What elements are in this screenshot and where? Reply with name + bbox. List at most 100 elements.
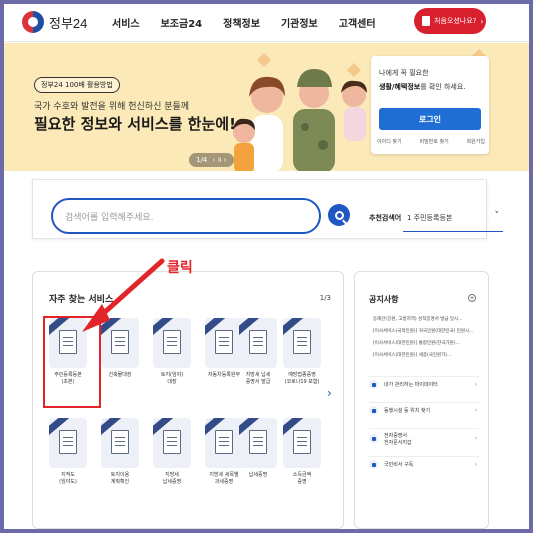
plus-icon[interactable]: + — [468, 294, 476, 302]
service-label: 예방접종증명 (코로나19 포함) — [284, 372, 320, 385]
service-land-use-plan[interactable]: 토지이용 계획확인 — [101, 418, 139, 486]
login-card: 나에게 꼭 필요한 생활/혜택정보를 확인 하세요. 로그인 아이디 찾기 비밀… — [371, 56, 489, 154]
nav-item-agency-info[interactable]: 기관정보 — [281, 15, 318, 30]
notice-item[interactable]: [이사서비스(국적민원)] 귀국민원(대한민국) 민원시... — [373, 328, 473, 334]
document-icon — [153, 418, 191, 468]
service-local-tax-payment[interactable]: 지방세 납세증명 — [153, 418, 191, 486]
search-icon — [334, 210, 344, 220]
chevron-right-icon: › — [474, 381, 477, 388]
nav-item-policy-info[interactable]: 정책정보 — [223, 15, 260, 30]
quick-link-label: 동행시설 등 위치 찾기 — [384, 408, 431, 414]
notices-panel: 공지사항 + 동해안(강원, 고흥지역) 성적증명서 발급 일시... [이사서… — [354, 271, 489, 529]
bookmark-icon — [422, 16, 430, 26]
service-vehicle-register[interactable]: 자동차등록원부 — [205, 318, 243, 379]
vaccine-doc-icon — [283, 318, 321, 368]
chevron-right-icon: › — [474, 435, 477, 442]
first-visit-label: 처음오셨나요? — [434, 17, 477, 25]
land-doc-icon — [153, 318, 191, 368]
building-doc-icon — [101, 318, 139, 368]
banner-subtitle: 국가 수호와 발전을 위해 헌신하신 분들께 — [34, 102, 190, 112]
service-label: 소득금액 증명 — [292, 472, 312, 485]
service-tax-by-item[interactable]: 지방세 세목별 과세증명 — [205, 418, 243, 486]
quick-link-label: 내가 관리하는 마이데이터 — [384, 382, 438, 388]
mydata-icon — [369, 380, 378, 389]
government-emblem-icon — [22, 11, 44, 33]
frequent-services-page: 1/3 — [319, 294, 331, 302]
banner-title: 필요한 정보와 서비스를 한눈에! — [34, 115, 236, 133]
login-button[interactable]: 로그인 — [379, 108, 481, 130]
service-label: 토지(임야) 대장 — [160, 372, 184, 385]
vehicle-doc-icon — [205, 318, 243, 368]
login-intro-2: 생활/혜택정보를 확인 하세요. — [379, 83, 466, 91]
quick-link-e-certificate[interactable]: 전자증명서 전자문서지갑 › — [369, 428, 479, 448]
nav-item-customer-center[interactable]: 고객센터 — [339, 15, 376, 30]
chevron-right-icon: › — [474, 461, 477, 468]
service-label: 지방세 세목별 과세증명 — [209, 472, 239, 485]
quick-link-facility-locator[interactable]: 동행시설 등 위치 찾기 › — [369, 402, 479, 418]
recommended-keyword-value: 1 주민등록등본 — [407, 213, 453, 222]
service-label: 지적도 (임야도) — [59, 472, 77, 485]
search-section: 검색어를 입력해주세요. 추천검색어 1 주민등록등본 ˅ — [32, 179, 503, 239]
nav-item-services[interactable]: 서비스 — [112, 15, 140, 30]
coins-icon — [239, 418, 277, 468]
search-button[interactable] — [328, 204, 350, 226]
top-header: 정부24 서비스 보조금24 정책정보 기관정보 고객센터 처음오셨나요? › — [4, 4, 529, 42]
nav-item-subsidy24[interactable]: 보조금24 — [161, 15, 203, 30]
wallet-icon — [369, 434, 378, 443]
service-building-register[interactable]: 건축물대장 — [101, 318, 139, 379]
location-icon — [369, 406, 378, 415]
service-vaccination-certificate[interactable]: 예방접종증명 (코로나19 포함) — [283, 318, 321, 386]
find-password-link[interactable]: 비밀번호 찾기 — [419, 138, 448, 145]
arrow-right-icon: › — [480, 16, 484, 26]
hero-banner: 정부24 100배 활용방법 국가 수호와 발전을 위해 헌신하신 분들께 필요… — [4, 43, 529, 171]
notices-title: 공지사항 — [369, 295, 399, 304]
main-nav: 서비스 보조금24 정책정보 기관정보 고객센터 — [112, 15, 397, 30]
pager-count: 1/4 — [196, 156, 208, 164]
notice-item[interactable]: 동해안(강원, 고흥지역) 성적증명서 발급 일시... — [373, 316, 462, 322]
service-label: 건축물대장 — [108, 372, 132, 378]
service-label: 지방세 납세 증명서 발급 — [245, 372, 271, 385]
presentation-icon — [205, 418, 243, 468]
location-pin-icon — [101, 418, 139, 468]
service-tax-payment-certificate[interactable]: 납세증명 — [239, 418, 277, 479]
service-cadastral-map[interactable]: 지적도 (임야도) — [49, 418, 87, 486]
family-illustration — [233, 69, 367, 171]
click-annotation: 클릭 — [167, 260, 193, 276]
sign-up-link[interactable]: 회원가입 — [467, 138, 485, 145]
frequent-services-title: 자주 찾는 서비스 — [49, 295, 114, 305]
service-land-register[interactable]: 토지(임야) 대장 — [153, 318, 191, 386]
map-icon — [49, 418, 87, 468]
pager-controls-icon[interactable]: ‹ ॥ › — [212, 156, 226, 165]
banner-pager[interactable]: 1/4 ‹ ॥ › — [189, 153, 234, 167]
quick-link-mydata[interactable]: 내가 관리하는 마이데이터 › — [369, 376, 479, 392]
page-frame: 정부24 서비스 보조금24 정책정보 기관정보 고객센터 처음오셨나요? › … — [4, 4, 529, 529]
next-page-icon[interactable]: › — [327, 386, 332, 400]
income-coins-icon — [283, 418, 321, 468]
logo-text: 정부24 — [49, 15, 88, 31]
notice-item[interactable]: [이사서비스(대한민원)] 세종(국민원가)... — [373, 352, 451, 358]
notice-item[interactable]: [이사서비스(대한민원)] 통합민원(한국가원)... — [373, 340, 460, 346]
quick-link-national-secretary[interactable]: 국민비서 구독 › — [369, 456, 479, 472]
service-income-certificate[interactable]: 소득금액 증명 — [283, 418, 321, 486]
banner-tag[interactable]: 정부24 100배 활용방법 — [34, 77, 120, 93]
search-input[interactable]: 검색어를 입력해주세요. — [51, 198, 321, 234]
quick-link-label: 전자증명서 전자문서지갑 — [384, 432, 412, 446]
recommended-keywords-label: 추천검색어 — [369, 214, 402, 222]
service-local-tax-certificate[interactable]: 지방세 납세 증명서 발급 — [239, 318, 277, 386]
chevron-right-icon: › — [474, 407, 477, 414]
recommended-keyword-select[interactable]: 1 주민등록등본 ˅ — [403, 204, 503, 232]
service-label: 토지이용 계획확인 — [110, 472, 130, 485]
highlight-box — [43, 316, 101, 408]
service-label: 납세증명 — [248, 472, 268, 478]
tax-doc-icon — [239, 318, 277, 368]
first-visit-button[interactable]: 처음오셨나요? › — [414, 8, 486, 34]
logo[interactable]: 정부24 — [22, 11, 87, 33]
chevron-down-icon: ˅ — [494, 211, 500, 221]
find-id-link[interactable]: 아이디 찾기 — [377, 138, 402, 145]
quick-link-label: 국민비서 구독 — [384, 462, 414, 468]
secretary-icon — [369, 460, 378, 469]
login-intro: 나에게 꼭 필요한 — [379, 69, 429, 77]
service-label: 지방세 납세증명 — [162, 472, 182, 485]
service-label: 자동차등록원부 — [207, 372, 241, 378]
login-links: 아이디 찾기 비밀번호 찾기 회원가입 — [377, 138, 485, 145]
